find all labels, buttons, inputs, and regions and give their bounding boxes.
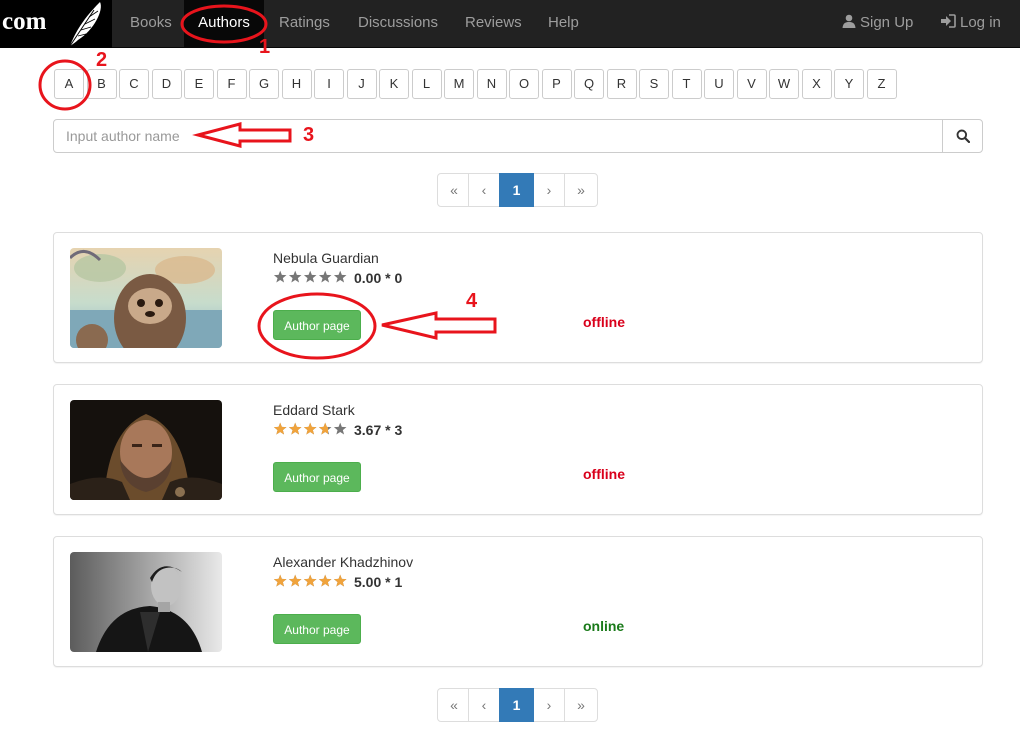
letter-filter-v[interactable]: V	[736, 69, 767, 99]
author-page-button[interactable]: Author page	[273, 462, 361, 492]
author-avatar[interactable]	[70, 248, 222, 348]
letter-filter-i[interactable]: I	[314, 69, 344, 99]
letter-filter-m[interactable]: M	[444, 69, 474, 99]
letter-filter-u[interactable]: U	[704, 69, 734, 99]
star-filled-icon	[273, 422, 287, 435]
star-filled-icon	[303, 574, 317, 587]
letter-filter-l[interactable]: L	[411, 69, 442, 99]
status-offline: offline	[583, 466, 625, 482]
letter-filter-c[interactable]: C	[119, 69, 149, 99]
log-in-link[interactable]: Log in	[941, 0, 1001, 48]
page-first[interactable]: «	[437, 688, 471, 722]
search-icon	[956, 129, 970, 143]
letter-filter-d[interactable]: D	[151, 69, 182, 99]
letter-filter-r[interactable]: R	[606, 69, 637, 99]
author-rating: 0.00 * 0	[273, 270, 402, 286]
letter-filter-s[interactable]: S	[639, 69, 669, 99]
star-filled-icon	[288, 422, 302, 435]
letter-filter-w[interactable]: W	[769, 69, 799, 99]
user-icon	[842, 14, 856, 28]
letter-filter-q[interactable]: Q	[574, 69, 604, 99]
author-name: Nebula Guardian	[273, 250, 379, 266]
sign-up-label: Sign Up	[860, 14, 914, 31]
nav-discussions[interactable]: Discussions	[358, 0, 438, 48]
letter-filter-h[interactable]: H	[281, 69, 312, 99]
author-card: Eddard Stark 3.67 * 3 Author page offlin…	[53, 384, 983, 515]
star-filled-icon	[333, 574, 347, 587]
star-icon	[333, 270, 347, 283]
annotation-number: 3	[303, 124, 315, 146]
star-filled-icon	[318, 574, 332, 587]
annotation-number: 1	[259, 36, 271, 58]
star-icon	[333, 422, 347, 435]
rating-stars	[273, 270, 347, 283]
star-icon	[303, 270, 317, 283]
letter-filter-z[interactable]: Z	[866, 69, 897, 99]
search-button[interactable]	[942, 119, 983, 153]
nav-books[interactable]: Books	[130, 0, 172, 48]
pagination-bottom: « ‹ 1 › »	[437, 688, 599, 722]
letter-filter-a[interactable]: A	[54, 69, 84, 99]
page-last[interactable]: »	[564, 173, 598, 207]
sign-up-link[interactable]: Sign Up	[842, 0, 913, 48]
star-filled-icon	[303, 422, 317, 435]
letter-filter-x[interactable]: X	[801, 69, 832, 99]
brand-text: com	[2, 8, 47, 35]
letter-filter-k[interactable]: K	[379, 69, 409, 99]
author-card: Alexander Khadzhinov 5.00 * 1 Author pag…	[53, 536, 983, 667]
letter-filter-e[interactable]: E	[184, 69, 214, 99]
feather-icon	[69, 2, 101, 47]
author-rating: 5.00 * 1	[273, 574, 402, 590]
author-name: Eddard Stark	[273, 402, 355, 418]
letter-filter-y[interactable]: Y	[834, 69, 864, 99]
annotation-number: 4	[466, 290, 478, 312]
nav-reviews[interactable]: Reviews	[465, 0, 522, 48]
log-in-icon	[941, 14, 956, 28]
nav-authors[interactable]: Authors	[184, 0, 264, 48]
page-current[interactable]: 1	[499, 688, 534, 722]
star-icon	[288, 270, 302, 283]
page-first[interactable]: «	[437, 173, 471, 207]
status-online: online	[583, 618, 625, 634]
author-avatar[interactable]	[70, 552, 222, 652]
page-prev[interactable]: ‹	[468, 173, 500, 207]
letter-filter-j[interactable]: J	[346, 69, 377, 99]
letter-filter-o[interactable]: O	[509, 69, 539, 99]
author-search-input[interactable]	[53, 119, 943, 153]
letter-filter-n[interactable]: N	[476, 69, 507, 99]
rating-value: 3.67 * 3	[354, 422, 403, 438]
author-page-button[interactable]: Author page	[273, 310, 361, 340]
rating-value: 0.00 * 0	[354, 270, 403, 286]
letter-filter-t[interactable]: T	[671, 69, 702, 99]
page-next[interactable]: ›	[533, 688, 565, 722]
page-last[interactable]: »	[564, 688, 598, 722]
brand-logo[interactable]: com	[0, 0, 112, 48]
star-filled-icon	[288, 574, 302, 587]
rating-value: 5.00 * 1	[354, 574, 403, 590]
nav-ratings[interactable]: Ratings	[279, 0, 330, 48]
log-in-label: Log in	[960, 14, 1001, 31]
rating-stars	[273, 574, 347, 587]
page-current[interactable]: 1	[499, 173, 534, 207]
page-next[interactable]: ›	[533, 173, 565, 207]
rating-stars	[273, 422, 347, 435]
letter-filter-g[interactable]: G	[249, 69, 279, 99]
star-filled-icon	[273, 574, 287, 587]
navbar: com Books Authors Ratings Discussions Re…	[0, 0, 1020, 48]
author-name: Alexander Khadzhinov	[273, 554, 414, 570]
author-rating: 3.67 * 3	[273, 422, 402, 438]
author-page-button[interactable]: Author page	[273, 614, 361, 644]
page-prev[interactable]: ‹	[468, 688, 500, 722]
letter-filter-f[interactable]: F	[216, 69, 247, 99]
star-icon	[273, 270, 287, 283]
status-offline: offline	[583, 314, 625, 330]
annotation-number: 2	[96, 49, 108, 71]
author-avatar[interactable]	[70, 400, 222, 500]
author-card: Nebula Guardian 0.00 * 0 Author page off…	[53, 232, 983, 363]
nav-help[interactable]: Help	[548, 0, 579, 48]
letter-filter-b[interactable]: B	[86, 69, 117, 99]
letter-filter-p[interactable]: P	[541, 69, 572, 99]
star-icon	[318, 270, 332, 283]
pagination-top: « ‹ 1 › »	[437, 173, 599, 207]
